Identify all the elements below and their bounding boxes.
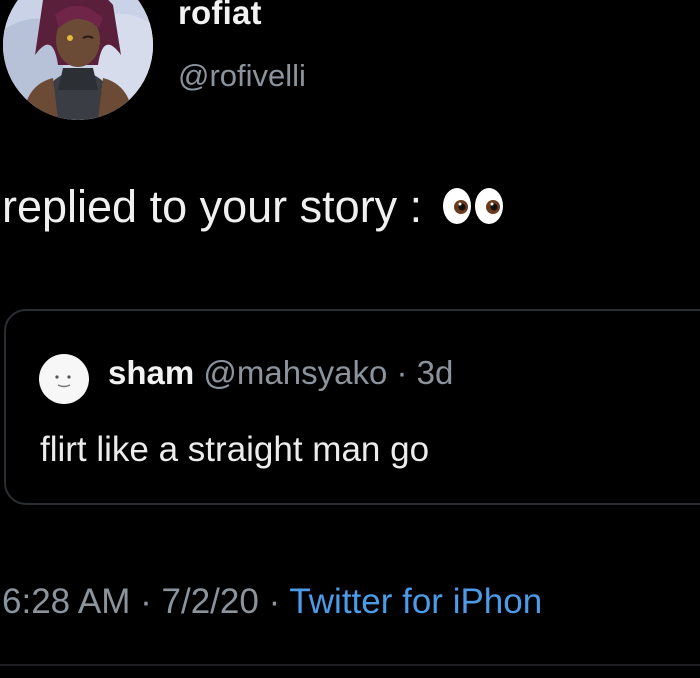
quoted-tweet-card[interactable]: [4, 309, 700, 505]
quoted-separator: ·: [387, 354, 417, 391]
tweet-source-link[interactable]: Twitter for iPhon: [289, 582, 542, 621]
author-avatar[interactable]: [3, 0, 153, 120]
quoted-tweet-header: sham @mahsyako · 3d: [108, 354, 453, 392]
quoted-author-name[interactable]: sham: [108, 354, 194, 391]
tweet-time[interactable]: 6:28 AM: [2, 582, 130, 621]
tweet-meta: 6:28 AM · 7/2/20 · Twitter for iPhon: [2, 582, 542, 622]
quoted-author-avatar[interactable]: [38, 353, 90, 405]
quoted-author-handle[interactable]: @mahsyako: [203, 354, 387, 391]
divider: [0, 664, 700, 666]
eyes-emoji-icon: [441, 185, 507, 237]
author-display-name[interactable]: rofiat: [178, 0, 262, 32]
tweet-date[interactable]: 7/2/20: [162, 582, 259, 621]
anime-character-avatar-icon: [3, 0, 153, 120]
quoted-timestamp[interactable]: 3d: [417, 354, 454, 391]
tweet-text-content: replied to your story :: [2, 181, 423, 232]
meta-separator-2: ·: [258, 582, 290, 621]
quoted-tweet-text: flirt like a straight man go: [40, 430, 430, 469]
default-face-avatar-icon: [39, 354, 89, 404]
meta-separator-1: ·: [130, 582, 162, 621]
author-handle[interactable]: @rofivelli: [178, 58, 306, 94]
tweet-text: replied to your story :: [2, 181, 507, 237]
